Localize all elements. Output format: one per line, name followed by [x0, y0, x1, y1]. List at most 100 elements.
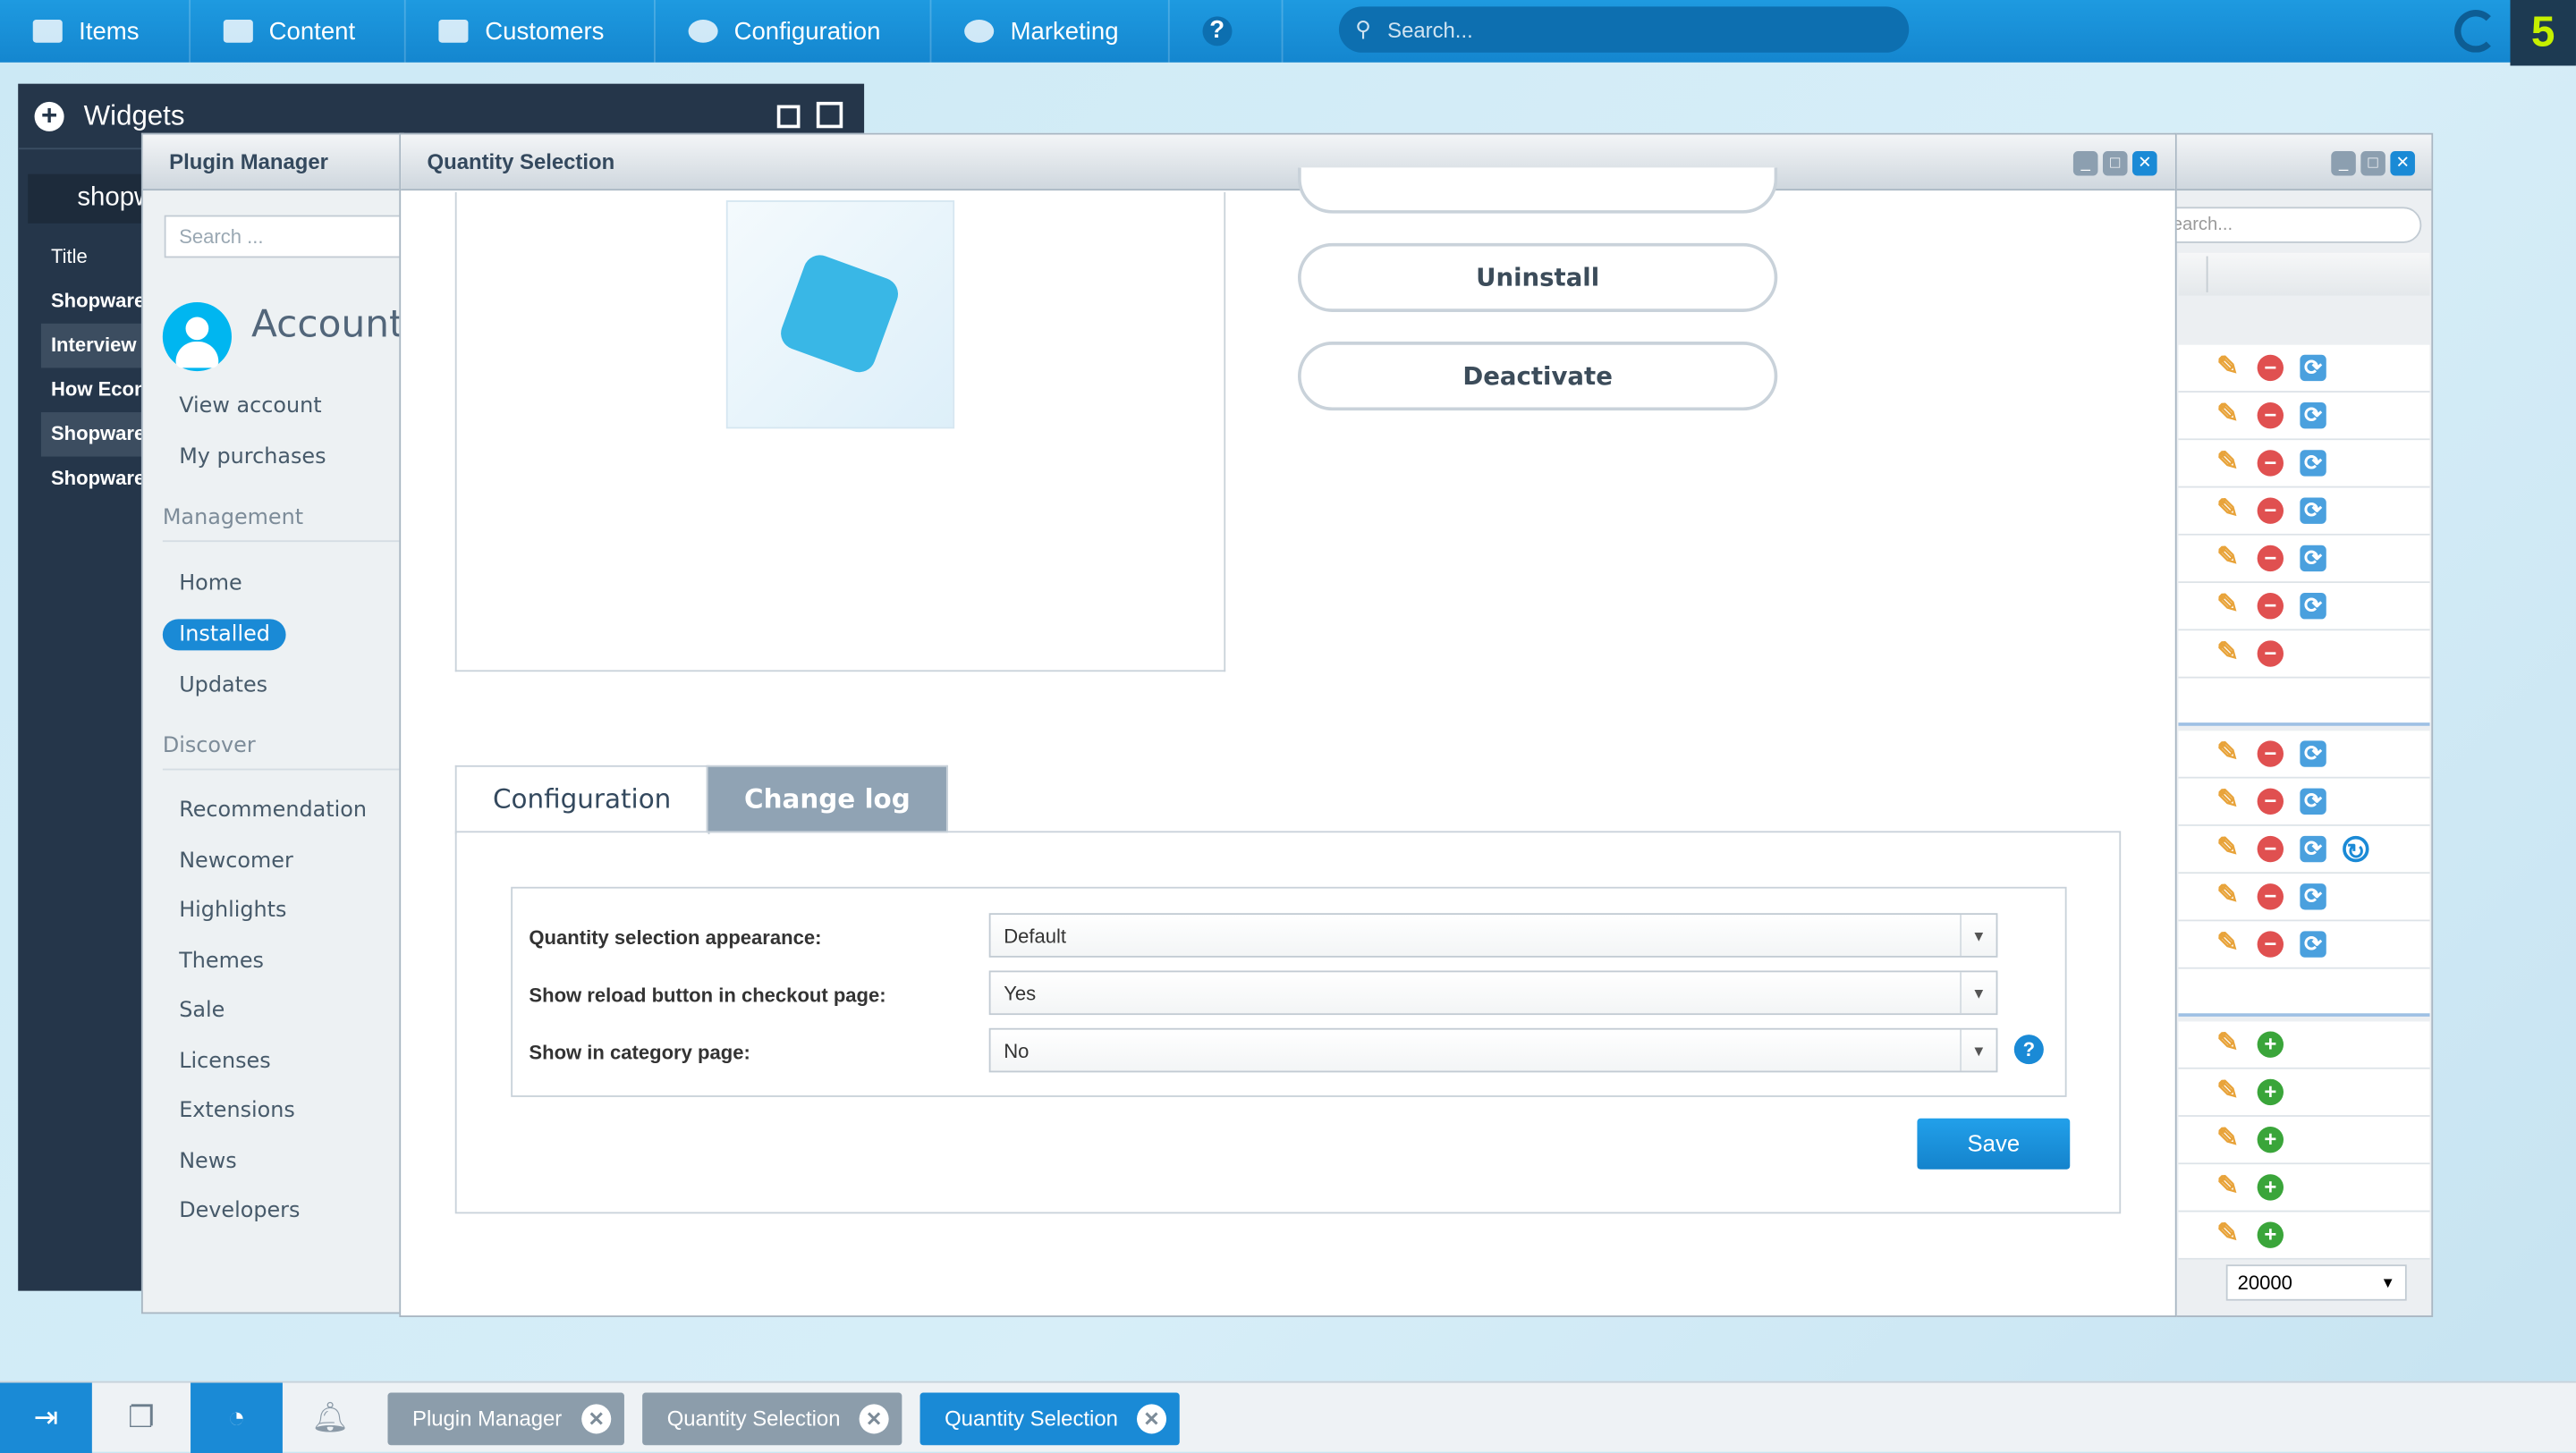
close-icon[interactable]: ✕ [581, 1404, 612, 1434]
table-row[interactable]: ✎ + [2178, 1116, 2430, 1165]
sidebar-item-licenses[interactable]: Licenses [179, 1049, 270, 1074]
sidebar-item-extensions[interactable]: Extensions [179, 1099, 295, 1124]
add-icon[interactable]: + [2257, 1078, 2284, 1106]
nav-marketing[interactable]: Marketing [931, 0, 1170, 63]
sidebar-item-developers[interactable]: Developers [179, 1199, 300, 1224]
update-icon[interactable]: ⟳ [2300, 740, 2326, 767]
delete-icon[interactable]: − [2257, 835, 2284, 863]
pencil-icon[interactable]: ✎ [2215, 449, 2241, 476]
table-row[interactable]: ✎ − ⟳ [2178, 583, 2430, 631]
deactivate-button[interactable]: Deactivate [1297, 342, 1778, 411]
shop-tab[interactable]: shopware [28, 173, 160, 224]
table-row[interactable]: ✎ + [2178, 1164, 2430, 1212]
table-row[interactable]: ✎ − ⟳ [2178, 874, 2430, 922]
pencil-icon[interactable]: ✎ [2215, 1031, 2241, 1057]
external-link-icon[interactable] [816, 101, 843, 129]
update-icon[interactable]: ⟳ [2300, 788, 2326, 815]
add-widget-icon[interactable]: + [34, 100, 64, 131]
pencil-icon[interactable]: ✎ [2215, 930, 2241, 957]
add-icon[interactable]: + [2257, 1126, 2284, 1153]
table-row[interactable]: ✎ − ⟳ [2178, 440, 2430, 488]
account-link[interactable]: My purchases [179, 445, 326, 470]
sidebar-item-news[interactable]: News [179, 1149, 237, 1174]
dashboard-icon[interactable]: ◔ [191, 1382, 283, 1453]
pencil-icon[interactable]: ✎ [2215, 1173, 2241, 1200]
pencil-icon[interactable]: ✎ [2215, 1221, 2241, 1248]
pencil-icon[interactable]: ✎ [2215, 1126, 2241, 1153]
pencil-icon[interactable]: ✎ [2215, 354, 2241, 381]
table-row[interactable]: ✎ − ⟳ ↻ [2178, 825, 2430, 874]
delete-icon[interactable]: − [2257, 545, 2284, 572]
sidebar-item-installed[interactable]: Installed [162, 619, 287, 651]
sidebar-item-sale[interactable]: Sale [179, 999, 225, 1024]
appearance-select[interactable]: Default ▼ [988, 913, 1998, 958]
help-button[interactable]: ? [1169, 0, 1284, 63]
search-input[interactable]: Search... [2142, 207, 2422, 243]
nav-configuration[interactable]: Configuration [655, 0, 932, 63]
table-row[interactable]: ✎ − ⟳ [2178, 487, 2430, 536]
pencil-icon[interactable]: ✎ [2215, 1078, 2241, 1105]
sidebar-item-highlights[interactable]: Highlights [179, 899, 286, 924]
add-icon[interactable]: + [2257, 1031, 2284, 1058]
nav-customers[interactable]: Customers [406, 0, 656, 63]
account-link[interactable]: View account [179, 394, 321, 419]
update-icon[interactable]: ⟳ [2300, 835, 2326, 863]
pencil-icon[interactable]: ✎ [2215, 401, 2241, 428]
delete-icon[interactable]: − [2257, 593, 2284, 620]
update-icon[interactable]: ⟳ [2300, 883, 2326, 910]
update-icon[interactable]: ⟳ [2300, 354, 2326, 382]
pencil-icon[interactable]: ✎ [2215, 788, 2241, 815]
table-row[interactable]: ✎ + [2178, 1021, 2430, 1069]
task-tab[interactable]: Quantity Selection ✕ [919, 1392, 1180, 1446]
sidebar-item-updates[interactable]: Updates [179, 673, 267, 698]
sidebar-item-recommendation[interactable]: Recommendation [179, 798, 367, 824]
hidden-action-button[interactable] [1297, 167, 1778, 214]
refresh-icon[interactable]: ↻ [2343, 835, 2369, 864]
page-size-select[interactable]: 20000 ▼ [2225, 1264, 2407, 1301]
task-tab[interactable]: Quantity Selection ✕ [642, 1392, 902, 1446]
delete-icon[interactable]: − [2257, 354, 2284, 382]
windows-icon[interactable]: ❐ [92, 1383, 191, 1453]
delete-icon[interactable]: − [2257, 640, 2284, 667]
pencil-icon[interactable]: ✎ [2215, 739, 2241, 766]
maximize-button[interactable]: □ [2360, 150, 2385, 176]
pencil-icon[interactable]: ✎ [2215, 639, 2241, 666]
save-button[interactable]: Save [1917, 1118, 2071, 1170]
update-icon[interactable]: ⟳ [2300, 931, 2326, 958]
minimize-button[interactable]: _ [2072, 150, 2098, 176]
table-row[interactable]: ✎ + [2178, 1069, 2430, 1117]
update-icon[interactable]: ⟳ [2300, 450, 2326, 477]
sidebar-item-home[interactable]: Home [179, 571, 242, 596]
tab-change-log[interactable]: Change log [706, 765, 949, 833]
help-icon[interactable]: ? [2013, 1035, 2044, 1065]
sidebar-item-newcomer[interactable]: Newcomer [179, 849, 293, 874]
pencil-icon[interactable]: ✎ [2215, 883, 2241, 909]
maximize-button[interactable]: □ [2102, 150, 2128, 176]
logout-icon[interactable]: ⇥ [0, 1382, 92, 1453]
nav-items[interactable]: Items [0, 0, 191, 63]
pencil-icon[interactable]: ✎ [2215, 545, 2241, 571]
update-icon[interactable]: ⟳ [2300, 401, 2326, 429]
close-icon[interactable]: ✕ [1136, 1404, 1167, 1434]
update-icon[interactable]: ⟳ [2300, 593, 2326, 620]
close-button[interactable]: ✕ [2132, 150, 2157, 176]
global-search-input[interactable]: ⚲ Search... [1338, 6, 1910, 53]
add-icon[interactable]: + [2257, 1221, 2284, 1248]
delete-icon[interactable]: − [2257, 740, 2284, 767]
table-row[interactable]: ✎ − ⟳ [2178, 921, 2430, 969]
table-row[interactable]: ✎ − [2178, 630, 2430, 679]
table-row[interactable]: ✎ − ⟳ [2178, 392, 2430, 441]
table-row[interactable]: ✎ − ⟳ [2178, 535, 2430, 584]
close-icon[interactable]: ✕ [859, 1404, 889, 1434]
sidebar-item-themes[interactable]: Themes [179, 949, 264, 974]
table-row[interactable]: ✎ + [2178, 1212, 2430, 1260]
update-icon[interactable]: ⟳ [2300, 497, 2326, 524]
pencil-icon[interactable]: ✎ [2215, 497, 2241, 524]
minimize-button[interactable]: _ [2331, 150, 2356, 176]
minimize-icon[interactable] [776, 105, 801, 129]
refresh-logo-icon[interactable] [2454, 10, 2497, 53]
update-icon[interactable]: ⟳ [2300, 545, 2326, 572]
delete-icon[interactable]: − [2257, 497, 2284, 524]
bell-icon[interactable]: 🔔︎ [283, 1383, 378, 1453]
delete-icon[interactable]: − [2257, 401, 2284, 429]
